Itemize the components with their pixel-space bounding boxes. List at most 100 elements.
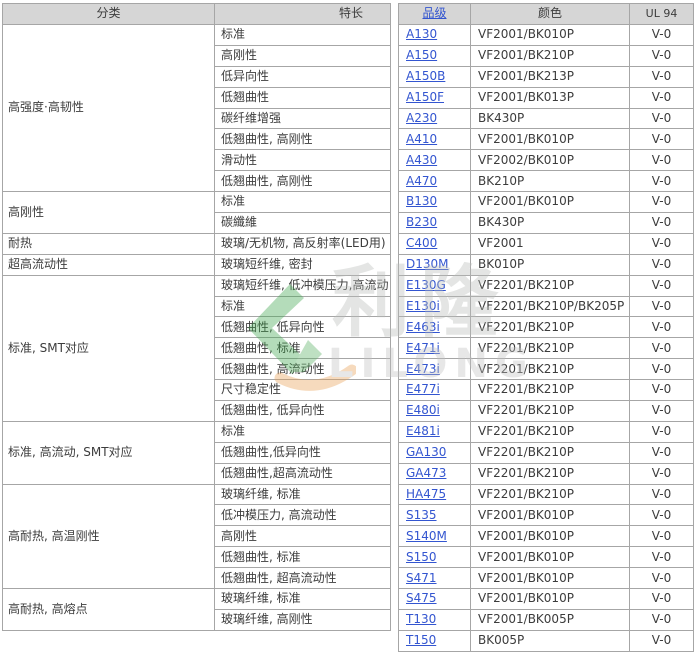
grade-link[interactable]: GA473: [406, 466, 446, 480]
grade-cell: E463i: [399, 317, 471, 338]
grade-link[interactable]: E477i: [406, 382, 440, 396]
col-header-feature: 特长: [215, 4, 391, 25]
grade-link[interactable]: E130i: [406, 299, 440, 313]
grade-link[interactable]: A150F: [406, 90, 444, 104]
ul-rating-cell: V-0: [630, 609, 694, 630]
ul-rating-cell: V-0: [630, 317, 694, 338]
table-row: E473iVF2201/BK210PV-0: [399, 359, 694, 380]
grade-link[interactable]: A430: [406, 153, 437, 167]
color-cell: VF2201/BK210P: [471, 380, 630, 401]
ul-rating-cell: V-0: [630, 254, 694, 275]
table-row: T150BK005PV-0: [399, 630, 694, 651]
feature-cell: 低异向性: [215, 66, 391, 87]
feature-cell: 标准: [215, 296, 391, 317]
ul-rating-cell: V-0: [630, 401, 694, 422]
grade-cell: S135: [399, 505, 471, 526]
table-row: E471iVF2201/BK210PV-0: [399, 338, 694, 359]
table-row: 耐热玻璃/无机物, 高反射率(LED用): [3, 233, 391, 254]
feature-cell: 低冲模压力, 高流动性: [215, 505, 391, 526]
grade-cell: S140M: [399, 526, 471, 547]
col-header-ul94: UL 94: [630, 4, 694, 25]
grade-cell: S475: [399, 589, 471, 610]
feature-cell: 玻璃短纤维, 低冲模压力,高流动: [215, 275, 391, 296]
feature-cell: 高刚性: [215, 45, 391, 66]
grade-link[interactable]: B230: [406, 215, 437, 229]
grade-spec-page: 分类 特长 高强度·高韧性标准高刚性低异向性低翘曲性碳纤维增强低翘曲性, 高刚性…: [0, 0, 694, 653]
grade-link[interactable]: GA130: [406, 445, 446, 459]
grade-link[interactable]: E480i: [406, 403, 440, 417]
grade-link[interactable]: T150: [406, 633, 436, 647]
ul-rating-cell: V-0: [630, 380, 694, 401]
category-cell: 高刚性: [3, 192, 215, 234]
table-row: D130M BK010PV-0: [399, 254, 694, 275]
grade-link[interactable]: A150B: [406, 69, 445, 83]
color-cell: VF2201/BK210P: [471, 442, 630, 463]
category-cell: 耐热: [3, 233, 215, 254]
feature-cell: 标准: [215, 192, 391, 213]
table-row: GA130VF2201/BK210PV-0: [399, 442, 694, 463]
color-cell: BK010P: [471, 254, 630, 275]
grade-link[interactable]: A470: [406, 174, 437, 188]
feature-cell: 低翘曲性,超高流动性: [215, 463, 391, 484]
color-cell: VF2201/BK210P/BK205P: [471, 296, 630, 317]
grade-link[interactable]: S150: [406, 550, 437, 564]
grade-cell: A410: [399, 129, 471, 150]
grade-link[interactable]: S135: [406, 508, 437, 522]
color-cell: VF2001/BK010P: [471, 192, 630, 213]
table-row: A470BK210PV-0: [399, 171, 694, 192]
table-row: T130VF2001/BK005PV-0: [399, 609, 694, 630]
grade-cell: A130: [399, 25, 471, 46]
table-row: S475VF2001/BK010PV-0: [399, 589, 694, 610]
grade-link[interactable]: S140M: [406, 529, 447, 543]
grade-cell: T130: [399, 609, 471, 630]
table-row: A430VF2002/BK010PV-0: [399, 150, 694, 171]
feature-cell: 玻璃/无机物, 高反射率(LED用): [215, 233, 391, 254]
grade-link[interactable]: S471: [406, 571, 437, 585]
grade-link[interactable]: B130: [406, 194, 437, 208]
grade-link[interactable]: A410: [406, 132, 437, 146]
grade-cell: A430: [399, 150, 471, 171]
grade-cell: A150: [399, 45, 471, 66]
table-row: S135VF2001/BK010PV-0: [399, 505, 694, 526]
grade-column-link[interactable]: 品级: [422, 6, 446, 20]
ul-rating-cell: V-0: [630, 108, 694, 129]
grade-link[interactable]: C400: [406, 236, 437, 250]
table-row: E477i VF2201/BK210PV-0: [399, 380, 694, 401]
grade-link[interactable]: D130M: [406, 257, 449, 271]
grade-link[interactable]: E130G: [406, 278, 446, 292]
ul-rating-cell: V-0: [630, 505, 694, 526]
ul-rating-cell: V-0: [630, 526, 694, 547]
color-cell: VF2201/BK210P: [471, 275, 630, 296]
table-row: S140M VF2001/BK010PV-0: [399, 526, 694, 547]
grade-cell: A150F: [399, 87, 471, 108]
ul-rating-cell: V-0: [630, 87, 694, 108]
color-cell: BK430P: [471, 108, 630, 129]
grade-link[interactable]: A230: [406, 111, 437, 125]
category-cell: 标准, SMT对应: [3, 275, 215, 421]
color-cell: VF2001/BK010P: [471, 526, 630, 547]
grade-cell: E477i: [399, 380, 471, 401]
feature-cell: 低翘曲性,低异向性: [215, 442, 391, 463]
ul-rating-cell: V-0: [630, 630, 694, 651]
ul-rating-cell: V-0: [630, 421, 694, 442]
grade-link[interactable]: E473i: [406, 362, 440, 376]
feature-cell: 低翘曲性, 高流动性: [215, 359, 391, 380]
color-cell: VF2001/BK213P: [471, 66, 630, 87]
table-row: C400VF2001V-0: [399, 233, 694, 254]
grade-link[interactable]: S475: [406, 591, 437, 605]
grade-link[interactable]: HA475: [406, 487, 446, 501]
grade-link[interactable]: T130: [406, 612, 436, 626]
grade-link[interactable]: E481i: [406, 424, 440, 438]
grade-link[interactable]: A150: [406, 48, 437, 62]
grade-cell: A150B: [399, 66, 471, 87]
color-cell: VF2001/BK010P: [471, 568, 630, 589]
grade-link[interactable]: E471i: [406, 341, 440, 355]
category-cell: 高强度·高韧性: [3, 25, 215, 192]
left-table-body: 高强度·高韧性标准高刚性低异向性低翘曲性碳纤维增强低翘曲性, 高刚性滑动性低翘曲…: [3, 25, 391, 631]
grade-link[interactable]: E463i: [406, 320, 440, 334]
grade-cell: E130G: [399, 275, 471, 296]
color-cell: BK210P: [471, 171, 630, 192]
grade-link[interactable]: A130: [406, 27, 437, 41]
table-row: 超高流动性玻璃短纤维, 密封: [3, 254, 391, 275]
feature-cell: 标准: [215, 25, 391, 46]
